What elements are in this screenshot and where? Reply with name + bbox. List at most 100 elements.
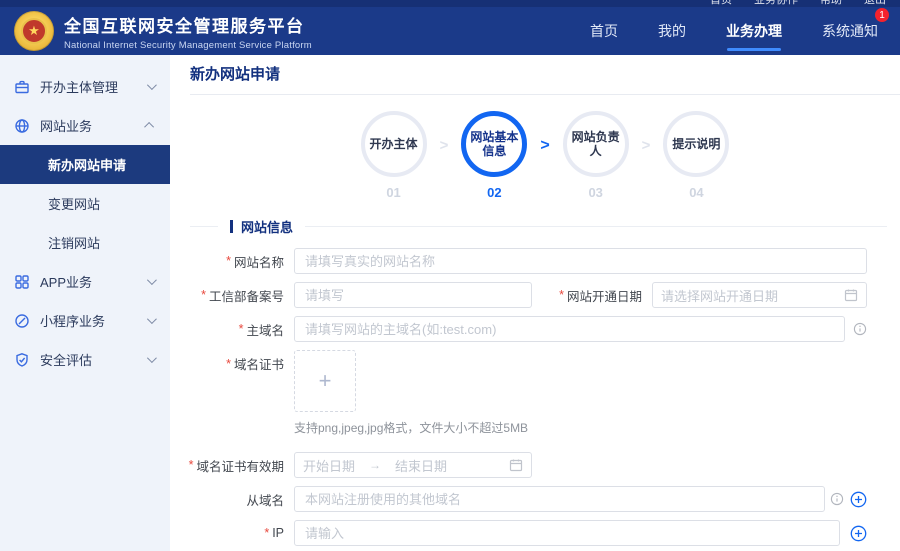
upload-plus-icon: + — [319, 370, 332, 392]
main-domain-input[interactable] — [294, 316, 845, 342]
field-label: 工信部备案号 — [209, 286, 284, 305]
step-circle: 网站基本信息 — [461, 111, 527, 177]
sidebar-item-miniprogram-business[interactable]: 小程序业务 — [0, 301, 170, 340]
police-badge-logo: ★ — [14, 11, 54, 51]
step-circle: 开办主体 — [361, 111, 427, 177]
nav-home[interactable]: 首页 — [590, 17, 618, 45]
sidebar: 开办主体管理 网站业务 新办网站申请 变更网站 注销网站 APP业务 — [0, 55, 170, 551]
required-star — [201, 288, 209, 302]
title-divider — [190, 94, 900, 95]
field-label: 域名证书 — [234, 354, 284, 373]
sidebar-item-new-website-application[interactable]: 新办网站申请 — [0, 145, 170, 184]
sidebar-item-security-assessment[interactable]: 安全评估 — [0, 340, 170, 379]
range-arrow-icon: → — [369, 458, 381, 472]
field-label: 从域名 — [246, 490, 284, 509]
form-row-sub-domain: 从域名 — [190, 486, 867, 512]
form-row-domain-cert: 域名证书 + 支持png,jpeg,jpg格式，文件大小不超过5MB — [190, 350, 867, 436]
notification-badge: 1 — [875, 8, 889, 22]
icp-number-input[interactable] — [294, 282, 532, 308]
step-arrow-icon: > — [642, 137, 651, 154]
form-row-site-name: 网站名称 — [190, 248, 867, 274]
field-label: 网站开通日期 — [567, 286, 642, 305]
field-label: 域名证书有效期 — [196, 456, 284, 475]
step-instructions: 提示说明 04 — [663, 111, 729, 200]
step-website-basic-info: 网站基本信息 02 — [461, 111, 527, 200]
form-row-icp-and-date: 工信部备案号 网站开通日期 请选择网站开通日期 — [190, 282, 867, 308]
sidebar-item-website-business[interactable]: 网站业务 — [0, 106, 170, 145]
required-star — [226, 254, 234, 268]
section-title-bar — [230, 220, 233, 233]
start-date-placeholder: 开始日期 — [303, 456, 355, 475]
sidebar-item-cancel-website[interactable]: 注销网站 — [0, 223, 170, 262]
brand: ★ 全国互联网安全管理服务平台 National Internet Securi… — [14, 11, 312, 51]
app-header: 首页 业务协作 帮助 退出 ★ 全国互联网安全管理服务平台 National I… — [0, 0, 900, 55]
required-star — [559, 288, 567, 302]
calendar-icon — [509, 458, 523, 472]
field-label: IP — [272, 526, 284, 540]
emblem-star-icon: ★ — [21, 18, 47, 44]
sidebar-item-label: APP业务 — [40, 272, 92, 291]
chevron-down-icon — [147, 314, 157, 324]
main-nav: 首页 我的 业务办理 系统通知 1 — [590, 17, 886, 45]
required-star — [226, 357, 234, 371]
nav-business[interactable]: 业务办理 — [726, 17, 782, 45]
cert-validity-range-picker[interactable]: 开始日期 → 结束日期 — [294, 452, 532, 478]
field-label: 网站名称 — [234, 252, 284, 271]
info-icon[interactable] — [830, 492, 844, 506]
nav-notifications[interactable]: 系统通知 1 — [822, 17, 878, 45]
form-row-cert-validity: 域名证书有效期 开始日期 → 结束日期 — [190, 452, 867, 478]
add-ip-button[interactable] — [850, 525, 867, 542]
step-number: 02 — [487, 185, 501, 200]
site-name-input[interactable] — [294, 248, 867, 274]
required-star — [239, 322, 247, 336]
open-date-picker[interactable]: 请选择网站开通日期 — [652, 282, 867, 308]
briefcase-icon — [14, 79, 30, 95]
nav-mine[interactable]: 我的 — [658, 17, 686, 45]
page-title: 新办网站申请 — [190, 63, 900, 94]
end-date-placeholder: 结束日期 — [395, 456, 447, 475]
utility-topbar-clipped: 首页 业务协作 帮助 退出 — [0, 0, 900, 7]
form-row-main-domain: 主域名 — [190, 316, 867, 342]
wizard-stepper: 开办主体 01 > 网站基本信息 02 > 网站负责人 03 > 提示说明 04 — [190, 111, 900, 200]
platform-subtitle: National Internet Security Management Se… — [64, 40, 312, 51]
chevron-down-icon — [147, 275, 157, 285]
shield-check-icon — [14, 352, 30, 368]
app-window: 首页 业务协作 帮助 退出 ★ 全国互联网安全管理服务平台 National I… — [0, 0, 900, 551]
section-title: 网站信息 — [241, 217, 293, 236]
sidebar-item-label: 网站业务 — [40, 116, 92, 135]
form-row-ip: IP — [190, 520, 867, 546]
chevron-up-icon — [144, 122, 154, 132]
section-divider: 网站信息 — [190, 218, 887, 234]
miniprogram-icon — [14, 313, 30, 329]
date-placeholder: 请选择网站开通日期 — [661, 286, 778, 305]
step-number: 01 — [386, 185, 400, 200]
sub-domain-input[interactable] — [294, 486, 825, 512]
step-website-manager: 网站负责人 03 — [563, 111, 629, 200]
step-circle: 提示说明 — [663, 111, 729, 177]
chevron-down-icon — [147, 353, 157, 363]
step-arrow-icon: > — [440, 137, 449, 154]
info-icon[interactable] — [853, 322, 867, 336]
sidebar-item-label: 开办主体管理 — [40, 77, 118, 96]
platform-title: 全国互联网安全管理服务平台 — [64, 12, 312, 37]
field-label: 主域名 — [246, 320, 284, 339]
step-circle: 网站负责人 — [563, 111, 629, 177]
chevron-down-icon — [147, 80, 157, 90]
website-info-form: 网站名称 工信部备案号 网站开通日期 请选择网站开通日期 — [190, 248, 867, 551]
sidebar-item-change-website[interactable]: 变更网站 — [0, 184, 170, 223]
sidebar-item-app-business[interactable]: APP业务 — [0, 262, 170, 301]
grid-icon — [14, 274, 30, 290]
step-arrow-icon: > — [540, 137, 549, 155]
step-number: 03 — [588, 185, 602, 200]
add-sub-domain-button[interactable] — [850, 491, 867, 508]
sidebar-item-entity-management[interactable]: 开办主体管理 — [0, 67, 170, 106]
upload-tip: 支持png,jpeg,jpg格式，文件大小不超过5MB — [294, 419, 528, 436]
main-content: 新办网站申请 开办主体 01 > 网站基本信息 02 > 网站负责人 03 > — [170, 55, 900, 551]
step-entity: 开办主体 01 — [361, 111, 427, 200]
globe-icon — [14, 118, 30, 134]
required-star — [264, 526, 272, 540]
ip-input[interactable] — [294, 520, 840, 546]
sidebar-item-label: 小程序业务 — [40, 311, 105, 330]
domain-cert-upload[interactable]: + — [294, 350, 356, 412]
step-number: 04 — [689, 185, 703, 200]
